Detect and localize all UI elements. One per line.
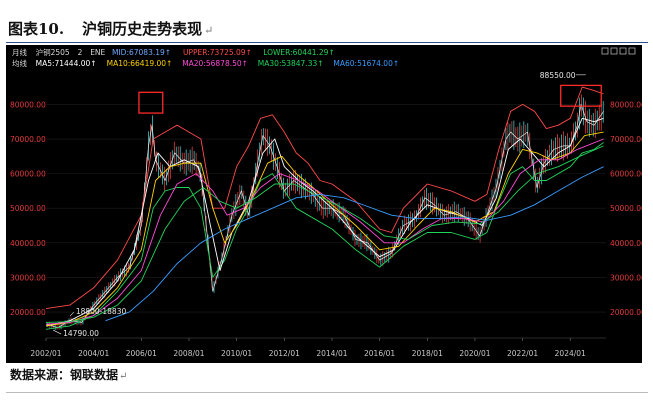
window-control-icon [619,47,627,55]
highlight-box-0 [138,91,164,114]
annotation-label-1: 14790.00 [63,329,99,338]
source-rule [6,392,648,393]
header-row1-item-2: 2 [78,48,83,57]
series-line-6 [45,145,604,323]
y-tick-right: 50000.00 [610,204,642,213]
y-tick-right: 30000.00 [610,273,642,282]
x-tick-label: 2002/01 [30,349,61,358]
figure-title-text: 沪铜历史走势表现 [82,20,203,38]
x-tick-label: 2016/01 [364,349,395,358]
x-tick-label: 2014/01 [316,349,347,358]
annotation-pointer [53,329,62,335]
window-control-icon [628,47,636,55]
y-tick-right: 60000.00 [610,170,642,179]
header-row2-item-2: MA10:66419.00↑ [107,59,173,68]
series-line-2 [45,142,604,330]
title-rule [6,42,648,43]
annotation-label-2: 88550.00 [540,71,576,80]
series-line-4 [45,131,604,327]
x-tick-label: 2024/01 [555,349,586,358]
x-tick-label: 2018/01 [412,349,443,358]
annotation-pointer [69,311,75,317]
x-tick-label: 2004/01 [78,349,109,358]
x-tick-label: 2008/01 [173,349,204,358]
y-tick-left: 50000.00 [10,204,46,213]
window-control-icon [610,47,618,55]
header-row1-item-5: UPPER:73725.09↑ [183,48,252,57]
y-tick-left: 40000.00 [10,239,46,248]
header-row1-item-6: LOWER:60441.29↑ [263,48,335,57]
y-tick-left: 30000.00 [10,273,46,282]
series-line-5 [45,138,604,325]
y-tick-right: 80000.00 [610,100,642,109]
y-tick-right: 40000.00 [610,239,642,248]
x-tick-label: 2006/01 [126,349,157,358]
header-row2-item-5: MA60:51674.00↑ [333,59,399,68]
source-label: 数据来源： [10,368,71,382]
x-tick-label: 2020/01 [459,349,490,358]
header-row2-item-4: MA30:53847.33↑ [258,59,324,68]
y-tick-right: 70000.00 [610,135,642,144]
y-tick-right: 20000.00 [610,308,642,317]
annotation-label-0: 18800-18830 [76,307,127,316]
header-row2-item-0: 均线 [12,58,27,68]
source-link[interactable]: 钢联数据 [70,368,118,382]
figure-number: 图表10. [8,20,65,38]
window-control-icon [601,47,609,55]
chart-canvas: 月线 沪铜2505 2 ENE MID:67083.19↑ UPPER:73725.09↑… [10,47,642,358]
header-row2-item-3: MA20:56878.50↑ [182,59,248,68]
figure-title: 图表10. 沪铜历史走势表现 ↵ [8,18,213,39]
y-tick-left: 80000.00 [10,100,46,109]
y-tick-left: 60000.00 [10,170,46,179]
y-tick-left: 20000.00 [10,308,46,317]
paragraph-mark-icon: ↵ [119,371,128,382]
header-row1-item-3: ENE [90,48,105,57]
copper-price-chart: 月线 沪铜2505 2 ENE MID:67083.19↑ UPPER:73725.09↑… [6,45,642,363]
header-row2-item-1: MA5:71444.00↑ [36,59,97,68]
paragraph-mark-icon: ↵ [204,24,214,37]
header-row1-item-4: MID:67083.19↑ [112,48,171,57]
x-tick-label: 2010/01 [221,349,252,358]
header-row1-item-1: 沪铜2505 [36,47,70,57]
header-row1-item-0: 月线 [12,47,27,57]
y-tick-left: 70000.00 [10,135,46,144]
x-tick-label: 2012/01 [269,349,300,358]
x-tick-label: 2022/01 [507,349,538,358]
figure-source: 数据来源：钢联数据↵ [10,366,127,383]
